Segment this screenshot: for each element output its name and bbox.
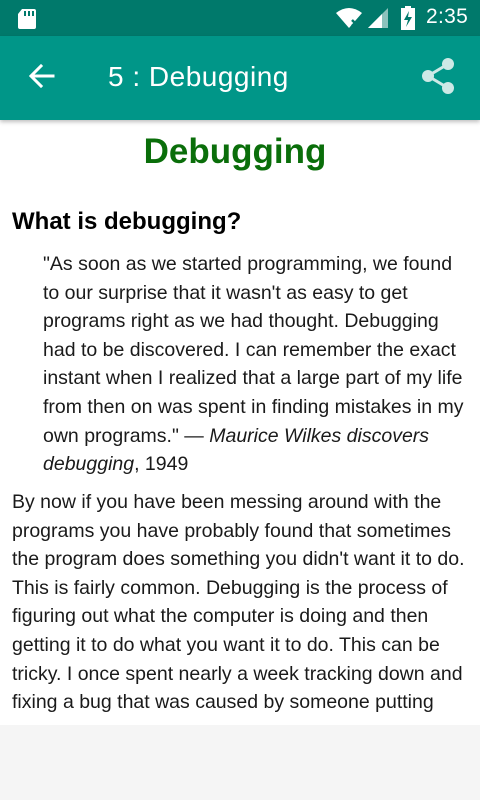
back-button[interactable] bbox=[22, 58, 62, 98]
page-title: Debugging bbox=[143, 132, 327, 171]
bottom-area bbox=[0, 725, 480, 800]
section-heading: What is debugging? bbox=[12, 208, 242, 235]
article-content[interactable]: Debugging What is debugging? "As soon as… bbox=[0, 120, 480, 725]
blockquote: "As soon as we started programming, we f… bbox=[43, 250, 473, 479]
arrow-left-icon bbox=[28, 63, 55, 93]
wifi-icon bbox=[335, 7, 363, 34]
share-button[interactable] bbox=[416, 56, 460, 100]
battery-charging-icon bbox=[400, 6, 416, 35]
status-time: 2:35 bbox=[426, 5, 469, 28]
signal-icon bbox=[366, 7, 390, 34]
body-paragraph: By now if you have been messing around w… bbox=[12, 491, 465, 714]
sd-card-icon bbox=[17, 8, 37, 35]
status-bar: 2:35 bbox=[0, 0, 480, 36]
app-bar-title: 5 : Debugging bbox=[108, 61, 289, 92]
quote-text: "As soon as we started programming, we f… bbox=[43, 253, 464, 447]
quote-year: , 1949 bbox=[134, 453, 189, 476]
app-bar: 5 : Debugging bbox=[0, 36, 480, 120]
share-icon bbox=[420, 57, 456, 100]
